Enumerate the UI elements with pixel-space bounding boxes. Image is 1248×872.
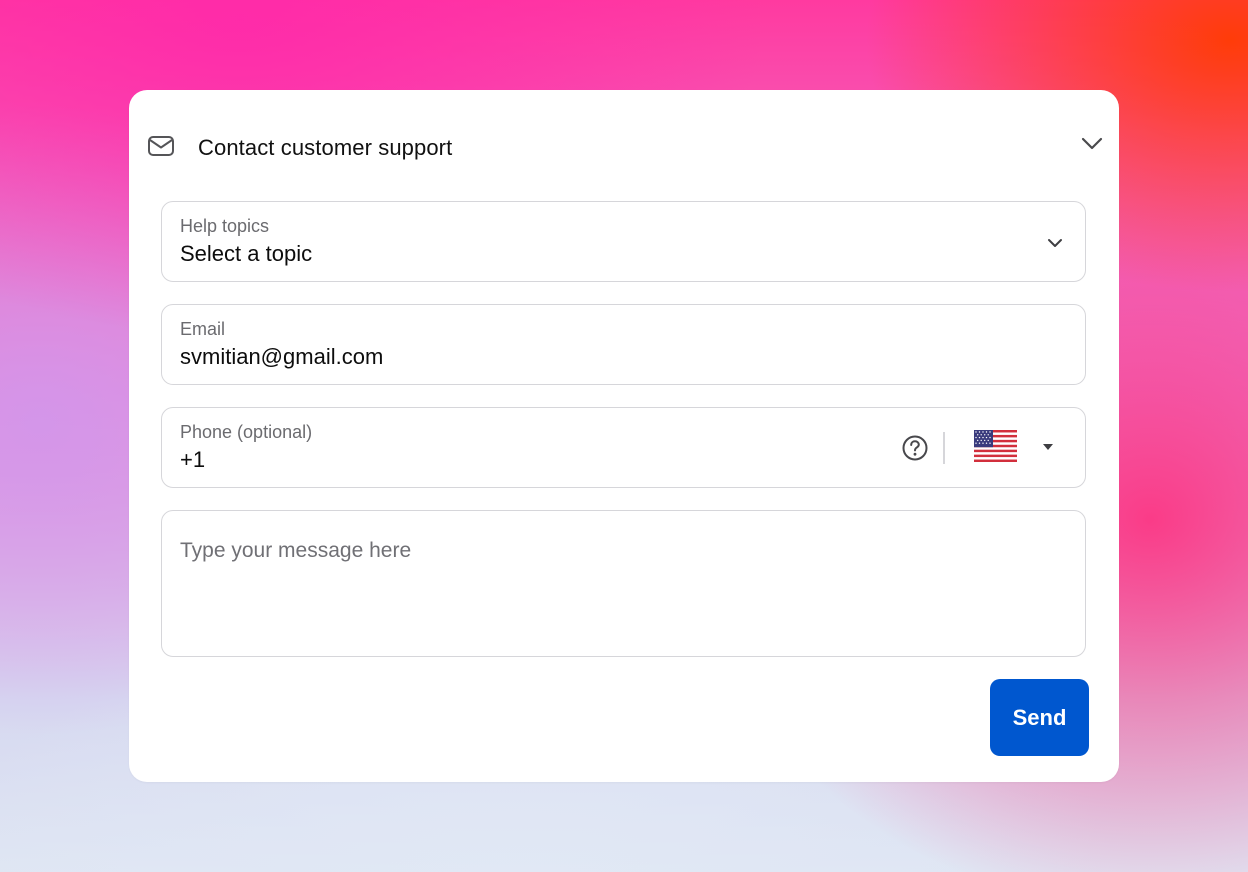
help-topics-value: Select a topic: [180, 241, 313, 266]
country-code-select[interactable]: [962, 426, 1067, 470]
email-label: Email: [180, 319, 226, 339]
caret-down-icon: [1043, 444, 1053, 450]
phone-divider: [943, 432, 945, 464]
card-header: Contact customer support: [129, 90, 1119, 206]
help-topics-select[interactable]: Help topics Select a topic: [161, 201, 1086, 282]
email-value: svmitian@gmail.com: [180, 344, 384, 369]
phone-field[interactable]: Phone (optional) +1: [161, 407, 1086, 488]
mail-icon: [148, 136, 174, 156]
card-title: Contact customer support: [198, 135, 453, 160]
support-card: Contact customer support Help topics Sel…: [129, 90, 1119, 782]
phone-value: +1: [180, 447, 206, 472]
question-circle-icon[interactable]: [901, 434, 929, 462]
send-button[interactable]: Send: [990, 679, 1089, 756]
chevron-down-icon: [1048, 239, 1062, 247]
help-topics-label: Help topics: [180, 216, 270, 236]
us-flag-icon: [974, 430, 1017, 462]
email-field[interactable]: Email svmitian@gmail.com: [161, 304, 1086, 385]
collapse-chevron-icon[interactable]: [1077, 130, 1107, 156]
message-textarea[interactable]: Type your message here: [161, 510, 1086, 657]
message-placeholder: Type your message here: [180, 539, 412, 562]
phone-label: Phone (optional): [180, 422, 313, 442]
